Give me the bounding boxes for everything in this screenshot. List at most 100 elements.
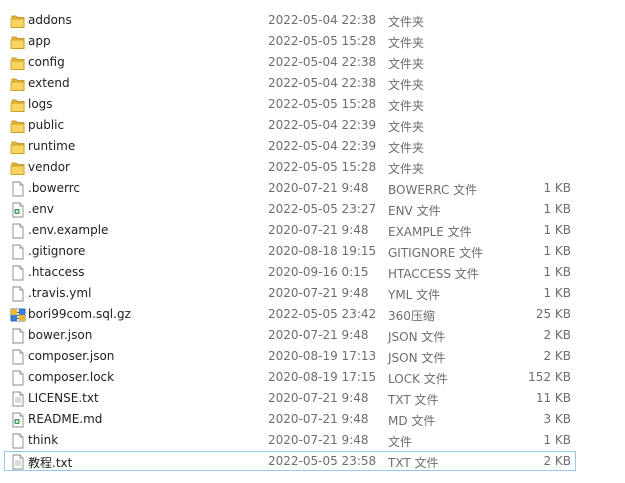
folder-row[interactable]: addons 2022-05-04 22:38 文件夹 [4, 10, 576, 30]
modified-date: 2022-05-04 22:39 [268, 139, 377, 153]
modified-date: 2020-07-21 9:48 [268, 223, 369, 237]
file-row[interactable]: 教程.txt 2022-05-05 23:58 TXT 文件 2 KB [4, 451, 576, 471]
file-name: vendor [28, 160, 70, 174]
folder-icon [9, 96, 27, 114]
folder-row[interactable]: public 2022-05-04 22:39 文件夹 [4, 115, 576, 135]
file-name: .bowerrc [28, 181, 80, 195]
modified-date: 2022-05-05 23:27 [268, 202, 377, 216]
file-row[interactable]: composer.json 2020-08-19 17:13 JSON 文件 2 KB [4, 346, 576, 366]
file-icon [9, 327, 27, 345]
file-row[interactable]: .htaccess 2020-09-16 0:15 HTACCESS 文件 1 KB [4, 262, 576, 282]
text-file-icon [9, 390, 27, 408]
file-type: 文件夹 [388, 162, 425, 176]
modified-date: 2020-07-21 9:48 [268, 412, 369, 426]
file-name: runtime [28, 139, 76, 153]
file-type: MD 文件 [388, 414, 436, 428]
folder-icon [9, 159, 27, 177]
modified-date: 2020-07-21 9:48 [268, 391, 369, 405]
file-row[interactable]: .gitignore 2020-08-18 19:15 GITIGNORE 文件 1 … [4, 241, 576, 261]
file-type: 文件夹 [388, 78, 425, 92]
file-size: 2 KB [543, 454, 571, 468]
folder-row[interactable]: vendor 2022-05-05 15:28 文件夹 [4, 157, 576, 177]
file-size: 2 KB [543, 349, 571, 363]
file-type: 360压缩 [388, 309, 435, 323]
modified-date: 2022-05-04 22:39 [268, 118, 377, 132]
file-name: config [28, 55, 65, 69]
file-type: 文件夹 [388, 141, 425, 155]
file-type: 文件 [388, 435, 413, 449]
file-icon [9, 432, 27, 450]
file-type: 文件夹 [388, 36, 425, 50]
modified-date: 2022-05-05 23:58 [268, 454, 377, 468]
file-name: .travis.yml [28, 286, 92, 300]
file-size: 11 KB [535, 391, 571, 405]
file-name: public [28, 118, 65, 132]
file-name: extend [28, 76, 70, 90]
file-list: addons 2022-05-04 22:38 文件夹 app 2022-05-05 1… [0, 0, 625, 483]
file-name: bower.json [28, 328, 93, 342]
folder-row[interactable]: config 2022-05-04 22:38 文件夹 [4, 52, 576, 72]
env-file-icon [9, 411, 27, 429]
file-size: 152 KB [528, 370, 571, 384]
modified-date: 2020-07-21 9:48 [268, 286, 369, 300]
modified-date: 2022-05-05 15:28 [268, 97, 377, 111]
file-type: TXT 文件 [388, 456, 439, 470]
file-type: 文件夹 [388, 120, 425, 134]
folder-icon [9, 75, 27, 93]
modified-date: 2020-09-16 0:15 [268, 265, 369, 279]
text-file-icon [9, 453, 27, 471]
modified-date: 2022-05-05 15:28 [268, 160, 377, 174]
file-name: LICENSE.txt [28, 391, 99, 405]
file-icon [9, 369, 27, 387]
file-size: 1 KB [543, 181, 571, 195]
file-name: app [28, 34, 51, 48]
modified-date: 2020-08-19 17:15 [268, 370, 377, 384]
file-row[interactable]: LICENSE.txt 2020-07-21 9:48 TXT 文件 11 KB [4, 388, 576, 408]
file-icon [9, 348, 27, 366]
file-size: 1 KB [543, 286, 571, 300]
file-name: logs [28, 97, 53, 111]
file-icon [9, 285, 27, 303]
file-type: JSON 文件 [388, 351, 446, 365]
modified-date: 2020-07-21 9:48 [268, 328, 369, 342]
file-row[interactable]: .travis.yml 2020-07-21 9:48 YML 文件 1 KB [4, 283, 576, 303]
file-row[interactable]: bower.json 2020-07-21 9:48 JSON 文件 2 KB [4, 325, 576, 345]
file-icon [9, 264, 27, 282]
file-icon [9, 180, 27, 198]
file-size: 1 KB [543, 433, 571, 447]
file-row[interactable]: .env 2022-05-05 23:27 ENV 文件 1 KB [4, 199, 576, 219]
modified-date: 2022-05-05 15:28 [268, 34, 377, 48]
archive-icon [9, 306, 27, 324]
folder-icon [9, 138, 27, 156]
file-row[interactable]: README.md 2020-07-21 9:48 MD 文件 3 KB [4, 409, 576, 429]
file-name: composer.lock [28, 370, 115, 384]
modified-date: 2020-08-19 17:13 [268, 349, 377, 363]
file-type: 文件夹 [388, 15, 425, 29]
file-name: composer.json [28, 349, 115, 363]
file-type: ENV 文件 [388, 204, 441, 218]
folder-row[interactable]: extend 2022-05-04 22:38 文件夹 [4, 73, 576, 93]
folder-row[interactable]: app 2022-05-05 15:28 文件夹 [4, 31, 576, 51]
file-row[interactable]: .env.example 2020-07-21 9:48 EXAMPLE 文件 1 K… [4, 220, 576, 240]
file-icon [9, 222, 27, 240]
file-row[interactable]: .bowerrc 2020-07-21 9:48 BOWERRC 文件 1 KB [4, 178, 576, 198]
modified-date: 2022-05-04 22:38 [268, 55, 377, 69]
file-type: EXAMPLE 文件 [388, 225, 472, 239]
folder-icon [9, 33, 27, 51]
file-size: 25 KB [535, 307, 571, 321]
folder-row[interactable]: runtime 2022-05-04 22:39 文件夹 [4, 136, 576, 156]
file-type: TXT 文件 [388, 393, 439, 407]
file-size: 3 KB [543, 412, 571, 426]
folder-icon [9, 54, 27, 72]
file-row[interactable]: composer.lock 2020-08-19 17:15 LOCK 文件 152 … [4, 367, 576, 387]
file-name: .env.example [28, 223, 109, 237]
file-type: 文件夹 [388, 99, 425, 113]
modified-date: 2022-05-04 22:38 [268, 76, 377, 90]
folder-icon [9, 117, 27, 135]
folder-row[interactable]: logs 2022-05-05 15:28 文件夹 [4, 94, 576, 114]
file-row[interactable]: think 2020-07-21 9:48 文件 1 KB [4, 430, 576, 450]
file-type: LOCK 文件 [388, 372, 448, 386]
file-size: 1 KB [543, 202, 571, 216]
file-name: addons [28, 13, 72, 27]
file-row[interactable]: bori99com.sql.gz 2022-05-05 23:42 360压缩 25 … [4, 304, 576, 324]
